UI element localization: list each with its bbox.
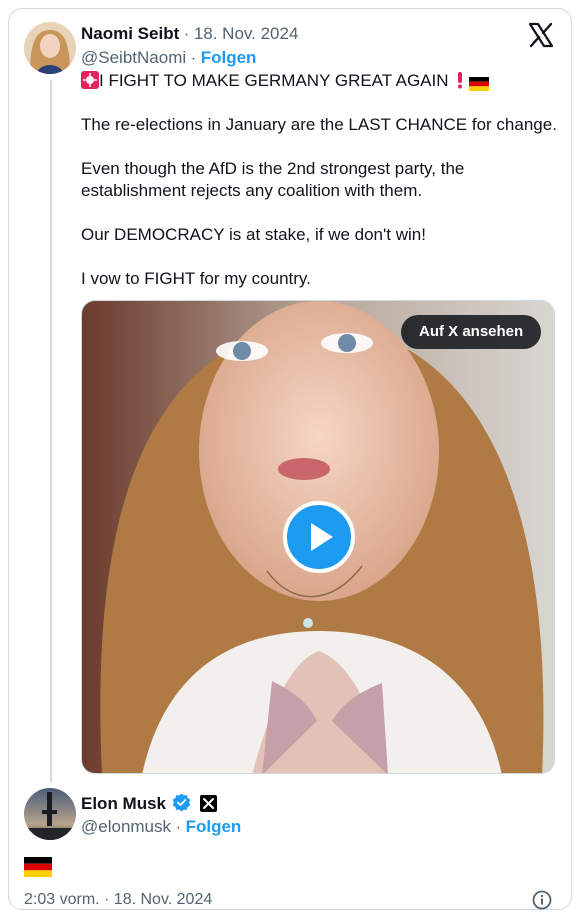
- post-date[interactable]: 18. Nov. 2024: [194, 24, 299, 43]
- reply-author-name[interactable]: Elon Musk: [81, 794, 166, 813]
- reply-author-subheader: @elonmusk · Folgen: [81, 817, 241, 837]
- tweet-line-3: Even though the AfD is the 2nd strongest…: [81, 159, 465, 178]
- author-avatar[interactable]: [24, 22, 76, 74]
- author-name[interactable]: Naomi Seibt: [81, 24, 179, 43]
- tweet-line-4: establishment rejects any coalition with…: [81, 181, 423, 200]
- tweet-line-1: I FIGHT TO MAKE GERMANY GREAT AGAIN: [81, 70, 551, 92]
- tweet-text: I FIGHT TO MAKE GERMANY GREAT AGAIN: [99, 71, 449, 90]
- x-affiliate-icon: [199, 795, 217, 812]
- x-logo-icon[interactable]: [528, 22, 554, 48]
- author-handle[interactable]: @SeibtNaomi: [81, 48, 186, 67]
- separator-dot: ·: [183, 24, 190, 43]
- info-icon[interactable]: [532, 890, 552, 910]
- reply-author-handle[interactable]: @elonmusk: [81, 817, 171, 836]
- tweet-line-2: The re-elections in January are the LAST…: [81, 115, 557, 134]
- follow-button[interactable]: Folgen: [201, 48, 257, 67]
- play-icon[interactable]: [283, 501, 355, 573]
- exclamation-icon: [456, 71, 464, 89]
- footer-timestamp[interactable]: 2:03 vorm. · 18. Nov. 2024: [24, 891, 212, 909]
- reply-author-avatar[interactable]: [24, 788, 76, 840]
- reply-author-header: Elon Musk: [81, 793, 217, 814]
- german-flag-icon: [469, 75, 489, 91]
- verified-badge-icon: [172, 793, 191, 812]
- author-subheader: @SeibtNaomi · Folgen: [81, 48, 256, 68]
- author-header: Naomi Seibt · 18. Nov. 2024: [81, 24, 298, 44]
- tweet-line-6: I vow to FIGHT for my country.: [81, 269, 311, 288]
- tweet-line-5: Our DEMOCRACY is at stake, if we don't w…: [81, 225, 426, 244]
- reply-follow-button[interactable]: Folgen: [186, 817, 242, 836]
- thread-line: [50, 80, 52, 782]
- siren-icon: [81, 71, 99, 89]
- separator-dot: ·: [175, 817, 182, 836]
- reply-german-flag-icon: [24, 857, 52, 877]
- view-on-x-button[interactable]: Auf X ansehen: [401, 315, 542, 349]
- separator-dot: ·: [190, 48, 197, 67]
